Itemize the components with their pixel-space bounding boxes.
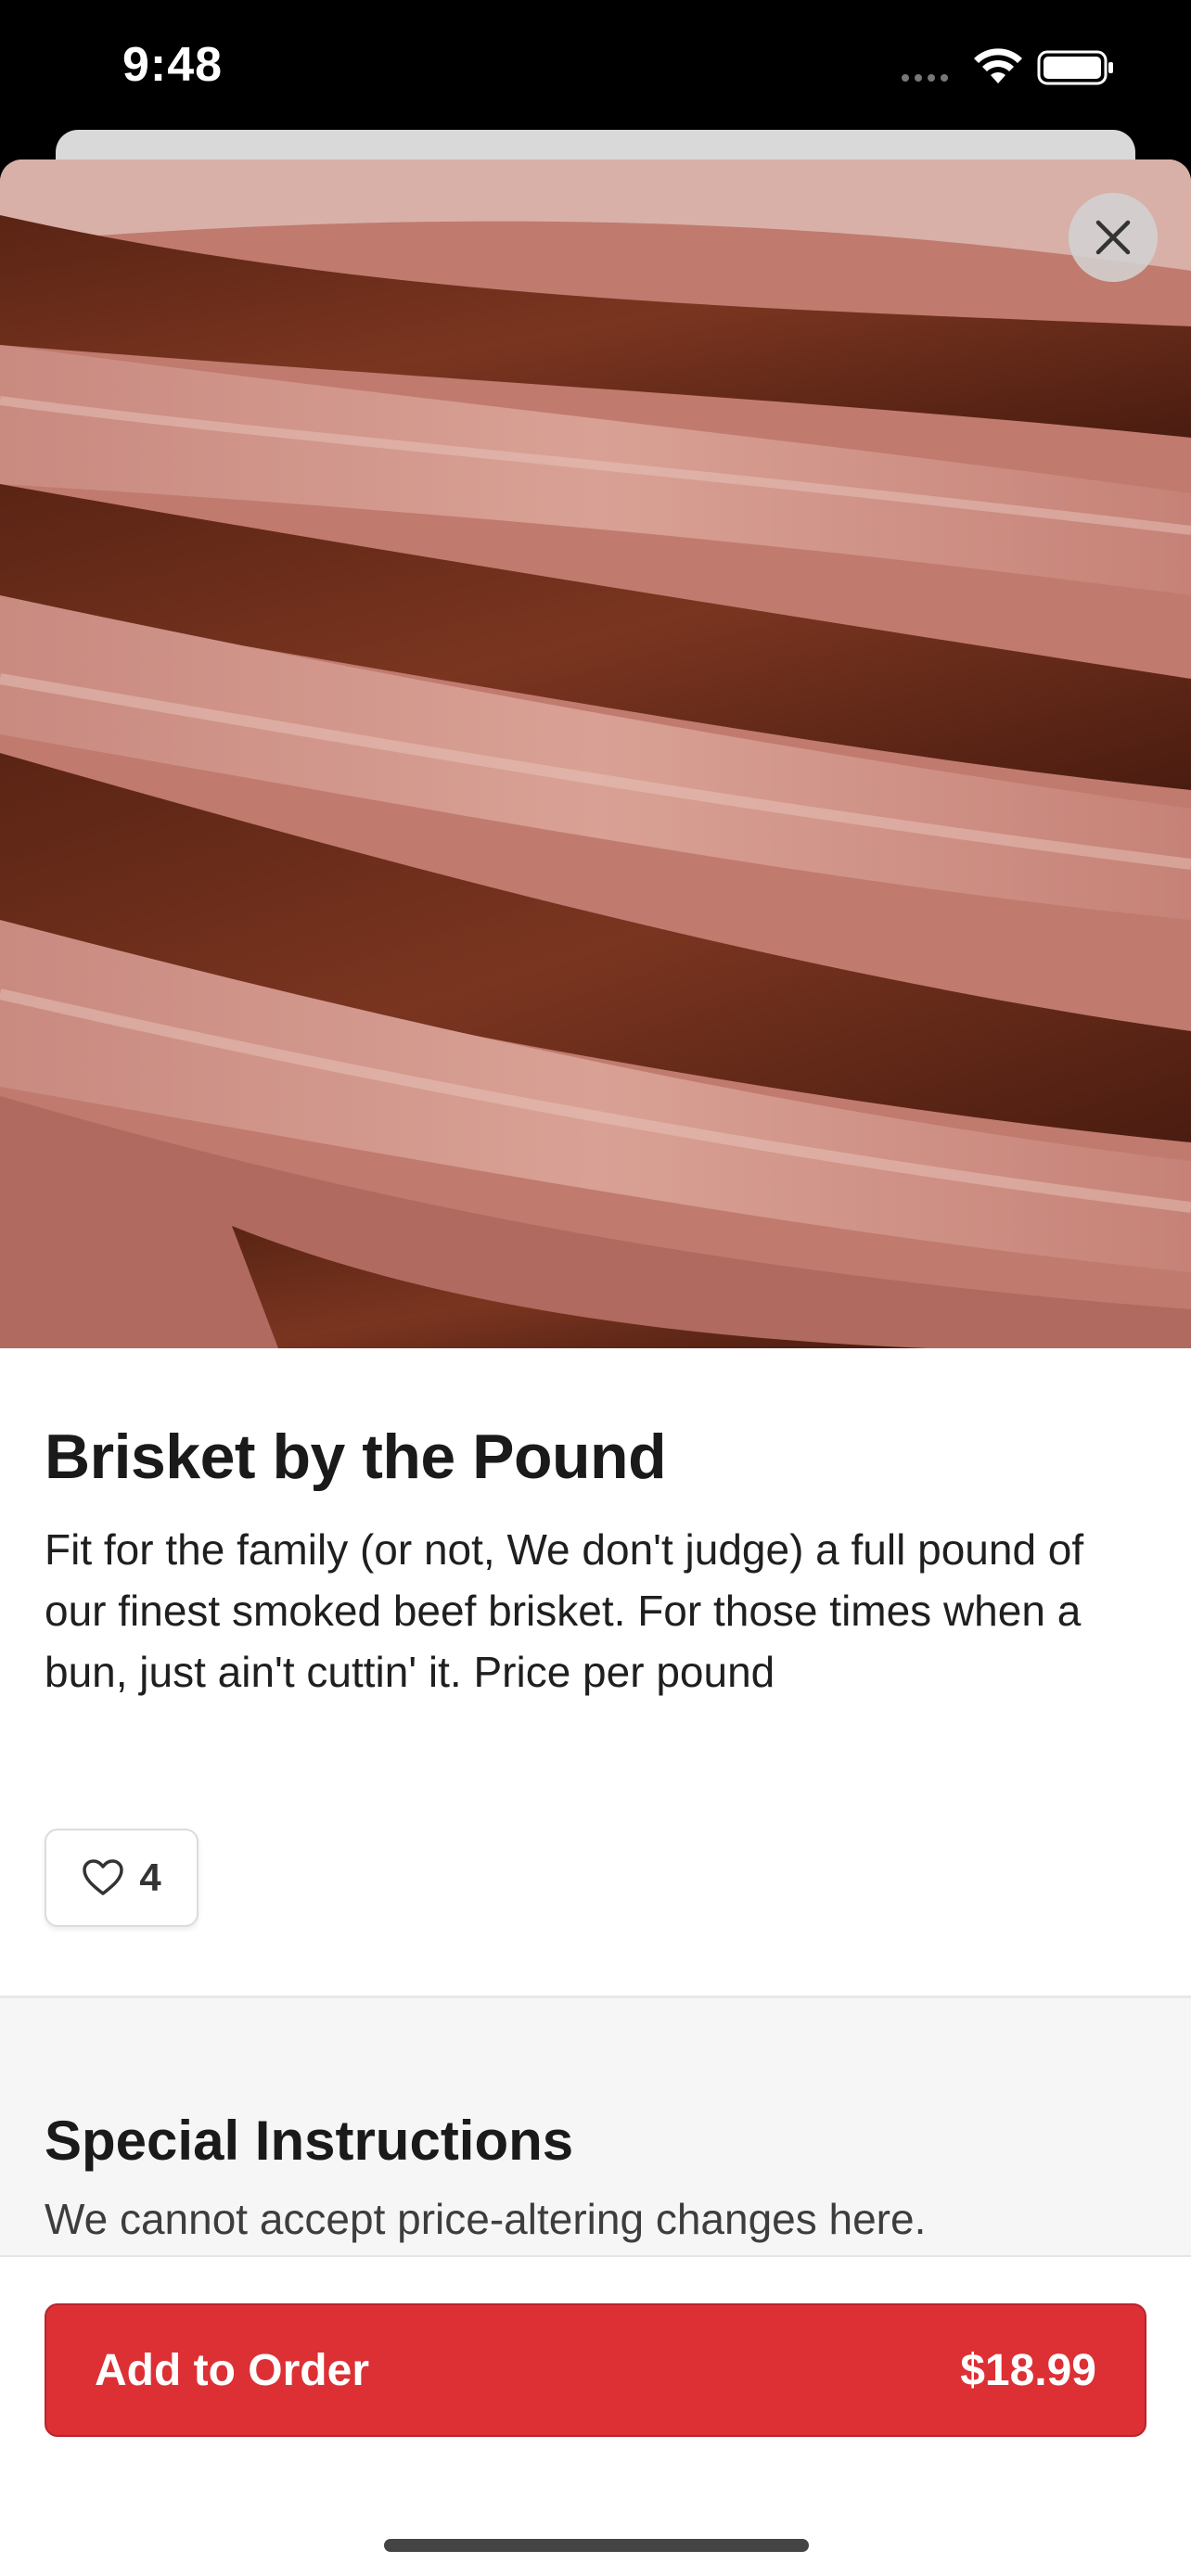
special-instructions-note: We cannot accept price-altering changes … <box>45 2195 927 2243</box>
special-instructions-title: Special Instructions <box>45 2110 574 2172</box>
add-to-order-button[interactable]: Add to Order $18.99 <box>45 2303 1146 2437</box>
brisket-photo-icon <box>0 159 1191 1348</box>
like-count: 4 <box>139 1855 161 1899</box>
order-price: $18.99 <box>960 2345 1096 2395</box>
status-time: 9:48 <box>122 38 224 92</box>
battery-icon <box>1037 50 1113 85</box>
add-to-order-label: Add to Order <box>95 2345 369 2395</box>
home-indicator[interactable] <box>384 2539 809 2552</box>
like-button[interactable]: 4 <box>45 1829 198 1927</box>
status-bar: 9:48 <box>0 0 1191 130</box>
screen: 9:48 Brisket by the Pound Fit for the fa… <box>0 0 1191 2576</box>
close-button[interactable] <box>1069 193 1158 282</box>
signal-icon <box>902 74 948 82</box>
order-footer: Add to Order $18.99 <box>0 2255 1191 2576</box>
wifi-icon <box>974 48 1022 83</box>
product-image <box>0 159 1191 1348</box>
heart-icon <box>83 1859 124 1895</box>
close-icon <box>1095 220 1131 255</box>
product-title: Brisket by the Pound <box>45 1422 667 1492</box>
product-description: Fit for the family (or not, We don't jud… <box>45 1525 1084 1696</box>
